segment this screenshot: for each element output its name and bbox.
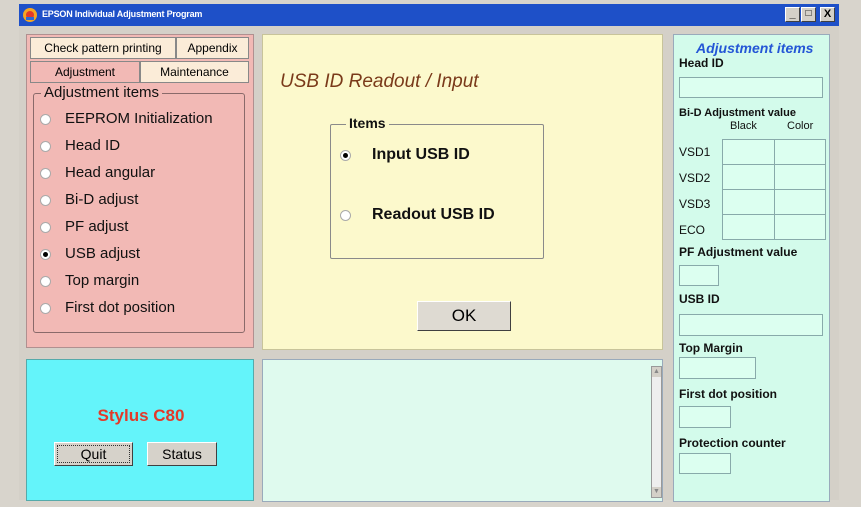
vsd1-color-field[interactable]	[774, 139, 826, 165]
option-label: Top margin	[65, 272, 140, 289]
status-button[interactable]: Status	[147, 442, 217, 466]
option-head-id[interactable]: Head ID	[40, 135, 245, 159]
eco-label: ECO	[679, 223, 706, 237]
option-label: Bi-D adjust	[65, 191, 139, 208]
bid-label: Bi-D Adjustment value	[679, 107, 796, 119]
pf-adjustment-field[interactable]	[679, 265, 719, 286]
option-label: Readout USB ID	[372, 206, 495, 223]
model-name: Stylus C80	[97, 406, 185, 425]
option-first-dot-position[interactable]: First dot position	[40, 297, 245, 321]
radio-icon[interactable]	[40, 114, 51, 125]
title-bar: EPSON Individual Adjustment Program _ □ …	[19, 4, 839, 26]
option-top-margin[interactable]: Top margin	[40, 270, 245, 294]
vsd3-color-field[interactable]	[774, 189, 826, 215]
items-legend: Items	[346, 115, 389, 131]
first-dot-position-field[interactable]	[679, 406, 731, 428]
top-margin-field[interactable]	[679, 357, 756, 379]
option-label: Head angular	[65, 164, 156, 181]
adjustment-values-panel: Adjustment items Head ID Bi-D Adjustment…	[673, 34, 830, 502]
main-window: EPSON Individual Adjustment Program _ □ …	[19, 4, 839, 502]
option-input-usb-id[interactable]: Input USB ID	[340, 143, 540, 169]
option-label: USB adjust	[65, 245, 141, 262]
radio-icon[interactable]	[40, 195, 51, 206]
eco-black-field[interactable]	[722, 214, 775, 240]
col-color-header: Color	[787, 120, 814, 132]
head-id-label: Head ID	[679, 56, 724, 70]
option-bi-d-adjust[interactable]: Bi-D adjust	[40, 189, 245, 213]
scroll-down-arrow-icon[interactable]: ▼	[652, 487, 661, 497]
radio-icon[interactable]	[40, 222, 51, 233]
option-label: EEPROM Initialization	[65, 110, 213, 127]
message-area[interactable]: ▲ ▼	[262, 359, 663, 502]
model-panel: Stylus C80 Quit Status	[26, 359, 254, 501]
vsd2-black-field[interactable]	[722, 164, 775, 190]
close-button[interactable]: X	[820, 7, 835, 22]
minimize-icon: _	[789, 8, 796, 20]
radio-icon[interactable]	[40, 303, 51, 314]
tab-check-pattern-printing[interactable]: Check pattern printing	[30, 37, 176, 59]
head-id-field[interactable]	[679, 77, 823, 98]
maximize-icon: □	[805, 8, 812, 19]
option-usb-adjust[interactable]: USB adjust	[40, 243, 245, 267]
vsd1-black-field[interactable]	[722, 139, 775, 165]
pf-adjustment-label: PF Adjustment value	[679, 245, 798, 259]
tab-appendix[interactable]: Appendix	[176, 37, 249, 59]
usb-id-label: USB ID	[679, 292, 720, 306]
option-label: Input USB ID	[372, 146, 470, 163]
close-icon: X	[823, 8, 832, 20]
items-group: Items Input USB ID Readout USB ID	[330, 115, 544, 259]
tab-maintenance[interactable]: Maintenance	[140, 61, 249, 83]
radio-icon[interactable]	[40, 276, 51, 287]
top-margin-label: Top Margin	[679, 341, 743, 355]
client-area: Check pattern printing Appendix Adjustme…	[19, 26, 839, 502]
usb-id-panel: USB ID Readout / Input Items Input USB I…	[262, 34, 663, 350]
tab-adjustment[interactable]: Adjustment	[30, 61, 140, 83]
ok-button[interactable]: OK	[417, 301, 511, 331]
maximize-button[interactable]: □	[801, 7, 816, 22]
vsd2-color-field[interactable]	[774, 164, 826, 190]
radio-icon[interactable]	[40, 168, 51, 179]
option-label: Head ID	[65, 137, 121, 154]
window-title: EPSON Individual Adjustment Program	[42, 9, 203, 19]
vertical-scrollbar[interactable]: ▲ ▼	[651, 366, 662, 498]
quit-button[interactable]: Quit	[54, 442, 133, 466]
vsd2-label: VSD2	[679, 171, 711, 185]
usb-id-field[interactable]	[679, 314, 823, 336]
vsd3-label: VSD3	[679, 197, 711, 211]
radio-icon[interactable]	[340, 210, 351, 221]
panel-title: Adjustment items	[696, 40, 814, 56]
option-readout-usb-id[interactable]: Readout USB ID	[340, 203, 540, 229]
epson-app-icon	[23, 8, 37, 22]
eco-color-field[interactable]	[774, 214, 826, 240]
radio-selected-icon[interactable]	[340, 150, 351, 161]
adjustment-panel: Check pattern printing Appendix Adjustme…	[26, 34, 254, 348]
option-head-angular[interactable]: Head angular	[40, 162, 245, 186]
minimize-button[interactable]: _	[785, 7, 800, 22]
option-pf-adjust[interactable]: PF adjust	[40, 216, 245, 240]
adjustment-items-group: Adjustment items EEPROM Initialization H…	[33, 84, 245, 333]
option-label: PF adjust	[65, 218, 129, 235]
protection-counter-field[interactable]	[679, 453, 731, 474]
radio-icon[interactable]	[40, 141, 51, 152]
col-black-header: Black	[730, 120, 757, 132]
first-dot-position-label: First dot position	[679, 387, 777, 401]
page-title: USB ID Readout / Input	[280, 71, 479, 92]
vsd3-black-field[interactable]	[722, 189, 775, 215]
protection-counter-label: Protection counter	[679, 436, 786, 450]
adjustment-items-legend: Adjustment items	[41, 84, 163, 101]
option-eeprom-initialization[interactable]: EEPROM Initialization	[40, 108, 245, 132]
scroll-up-arrow-icon[interactable]: ▲	[652, 367, 661, 377]
option-label: First dot position	[65, 299, 176, 316]
radio-selected-icon[interactable]	[40, 249, 51, 260]
vsd1-label: VSD1	[679, 145, 711, 159]
